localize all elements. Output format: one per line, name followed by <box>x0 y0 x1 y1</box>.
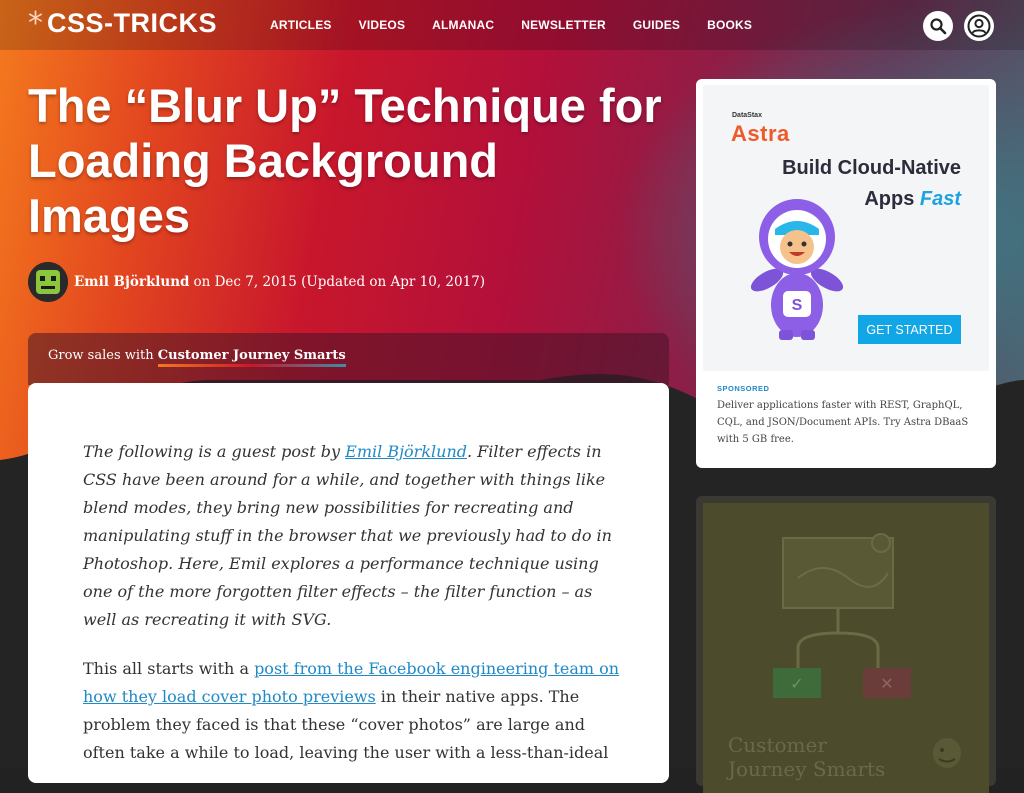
search-icon <box>930 18 947 35</box>
get-started-button[interactable]: GET STARTED <box>858 315 961 344</box>
nav-item-videos[interactable]: VIDEOS <box>359 18 406 32</box>
publish-date: on Dec 7, 2015 (Updated on Apr 10, 2017) <box>193 274 486 290</box>
secondary-ad-title: Customer Journey Smarts <box>728 733 886 781</box>
byline: Emil Björklund on Dec 7, 2015 (Updated o… <box>28 262 485 302</box>
account-button[interactable] <box>964 11 994 41</box>
intro-text-after: . Filter effects in CSS have been around… <box>83 442 612 629</box>
nav-item-books[interactable]: BOOKS <box>707 18 752 32</box>
ad-description[interactable]: Deliver applications faster with REST, G… <box>717 397 979 448</box>
nav-item-almanac[interactable]: ALMANAC <box>432 18 494 32</box>
mailchimp-logo-icon <box>933 738 961 768</box>
article-title: The “Blur Up” Technique for Loading Back… <box>28 79 662 242</box>
logo-wordmark: CSS-TRICKS <box>47 8 218 38</box>
author-avatar[interactable] <box>28 262 68 302</box>
promo-prefix: Grow sales with <box>48 348 154 363</box>
promo-text: Grow sales with Customer Journey Smarts <box>48 348 346 367</box>
site-header: * CSS-TRICKS ARTICLES VIDEOS ALMANAC NEW… <box>0 0 1024 50</box>
sponsored-label: SPONSORED <box>717 384 770 393</box>
sidebar-ad: DataStax Astra Build Cloud-Native Apps F… <box>696 79 996 468</box>
star-logo-icon: * <box>28 5 43 41</box>
sidebar-ad-secondary: ✓ ✕ Customer Journey Smarts <box>696 496 996 793</box>
body-paragraph: This all starts with a post from the Fac… <box>83 655 623 767</box>
cross-icon: ✕ <box>880 674 893 693</box>
author-inline-link[interactable]: Emil Björklund <box>345 442 467 461</box>
secondary-ad-banner[interactable]: ✓ ✕ Customer Journey Smarts <box>703 503 989 793</box>
ad-brand-small: DataStax <box>732 112 762 119</box>
check-icon: ✓ <box>790 674 803 693</box>
nav-item-articles[interactable]: ARTICLES <box>270 18 332 32</box>
nav-item-newsletter[interactable]: NEWSLETTER <box>521 18 606 32</box>
ad-headline-line1: Build Cloud-Native <box>782 157 961 179</box>
mascot-badge-letter: S <box>792 297 803 314</box>
customer-journey-illustration: ✓ ✕ <box>773 533 911 698</box>
user-icon <box>967 14 991 38</box>
promo-link[interactable]: Customer Journey Smarts <box>157 348 346 367</box>
avatar-image <box>28 262 68 302</box>
ad-brand-name: Astra <box>731 121 790 146</box>
intro-paragraph: The following is a guest post by Emil Bj… <box>83 438 623 634</box>
search-button[interactable] <box>923 11 953 41</box>
ad-banner[interactable]: DataStax Astra Build Cloud-Native Apps F… <box>703 85 989 371</box>
sponsor-promo-bar: Grow sales with Customer Journey Smarts <box>28 333 669 385</box>
intro-text-before: The following is a guest post by <box>83 442 346 461</box>
ad-headline-line2: Apps Fast <box>864 188 961 210</box>
body-text-before: This all starts with a <box>83 659 255 678</box>
article-body: The following is a guest post by Emil Bj… <box>28 383 669 783</box>
site-logo[interactable]: * CSS-TRICKS <box>28 8 217 39</box>
nav-item-guides[interactable]: GUIDES <box>633 18 680 32</box>
main-nav: ARTICLES VIDEOS ALMANAC NEWSLETTER GUIDE… <box>270 18 779 32</box>
astronaut-mascot-icon: S <box>750 199 844 340</box>
author-link[interactable]: Emil Björklund <box>74 274 190 290</box>
